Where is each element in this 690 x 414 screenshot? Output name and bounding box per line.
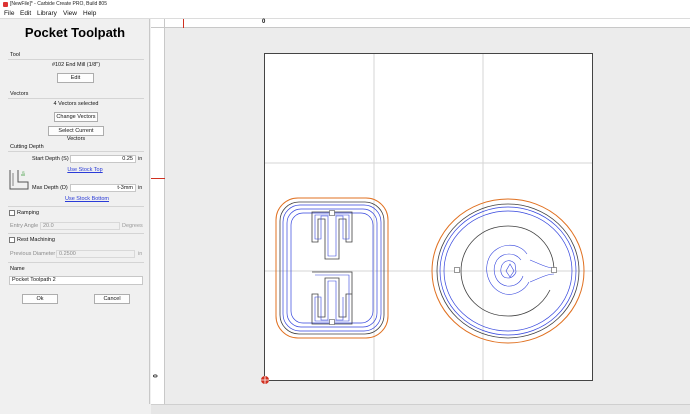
divider: [8, 59, 144, 60]
edit-tool-button[interactable]: Edit: [57, 73, 94, 83]
use-stock-bottom-link[interactable]: Use Stock Bottom: [60, 196, 114, 202]
menu-bar: File Edit Library View Help: [0, 9, 690, 19]
menu-view[interactable]: View: [63, 10, 77, 17]
ruler-zero-label-vertical: 0: [153, 374, 160, 378]
max-depth-label: Max Depth (D): [32, 185, 68, 191]
menu-file[interactable]: File: [4, 10, 14, 17]
vectors-section-label: Vectors: [10, 91, 29, 97]
depth-diagram-icon: S: [9, 170, 29, 190]
cancel-button[interactable]: Cancel: [94, 294, 130, 304]
divider: [8, 98, 144, 99]
start-depth-label: Start Depth (S): [32, 156, 69, 162]
ok-button[interactable]: Ok: [22, 294, 58, 304]
cursor-marker-horizontal: [183, 19, 184, 28]
horizontal-ruler: 0: [165, 19, 690, 28]
vectors-status: 4 Vectors selected: [53, 101, 99, 107]
previous-diameter-label: Previous Diameter: [10, 251, 56, 257]
divider: [8, 262, 144, 263]
ramping-label: Ramping: [17, 210, 40, 216]
rest-machining-checkbox[interactable]: [9, 237, 15, 243]
menu-library[interactable]: Library: [37, 10, 57, 17]
start-depth-unit: in: [138, 156, 143, 162]
divider: [8, 151, 144, 152]
previous-diameter-input[interactable]: 0.2500: [56, 250, 135, 258]
tool-section-label: Tool: [10, 52, 21, 58]
vertical-ruler: 0: [151, 28, 165, 404]
toolpath-name-input[interactable]: Pocket Toolpath 2: [9, 276, 143, 285]
tool-name: #102 End Mill (1/8"): [51, 62, 101, 68]
design-canvas[interactable]: [165, 28, 690, 404]
entry-angle-unit: Degrees: [122, 223, 143, 229]
ruler-zero-label: 0: [262, 19, 266, 25]
select-current-vectors-button[interactable]: Select Current Vectors: [48, 126, 104, 142]
cursor-marker-vertical: [151, 178, 165, 179]
rest-machining-label: Rest Machining: [17, 237, 55, 243]
name-section-label: Name: [10, 266, 25, 272]
panel-title: Pocket Toolpath: [24, 25, 126, 40]
start-depth-input[interactable]: 0.25: [70, 155, 136, 163]
menu-edit[interactable]: Edit: [20, 10, 31, 17]
menu-help[interactable]: Help: [83, 10, 96, 17]
window-title: [NewFile]* - Carbide Create PRO, Build 8…: [10, 1, 107, 7]
stock-area: [264, 53, 593, 381]
use-stock-top-link[interactable]: Use Stock Top: [60, 167, 110, 173]
divider: [8, 233, 144, 234]
ramping-checkbox[interactable]: [9, 210, 15, 216]
pocket-toolpath-panel: Pocket Toolpath Tool #102 End Mill (1/8"…: [0, 19, 150, 404]
max-depth-input[interactable]: t-3mm: [70, 184, 136, 192]
ruler-corner: [151, 19, 165, 28]
origin-marker-icon: [261, 376, 269, 384]
divider: [8, 206, 144, 207]
entry-angle-input[interactable]: 20.0: [40, 222, 120, 230]
max-depth-unit: in: [138, 185, 143, 191]
change-vectors-button[interactable]: Change Vectors: [54, 112, 98, 122]
cutting-depth-section-label: Cutting Depth: [10, 144, 44, 150]
svg-text:S: S: [22, 170, 25, 175]
title-bar: [NewFile]* - Carbide Create PRO, Build 8…: [0, 0, 690, 9]
app-icon: [3, 2, 8, 7]
entry-angle-label: Entry Angle: [10, 223, 39, 229]
horizontal-scrollbar[interactable]: [151, 404, 690, 414]
previous-diameter-unit: in: [138, 251, 143, 257]
